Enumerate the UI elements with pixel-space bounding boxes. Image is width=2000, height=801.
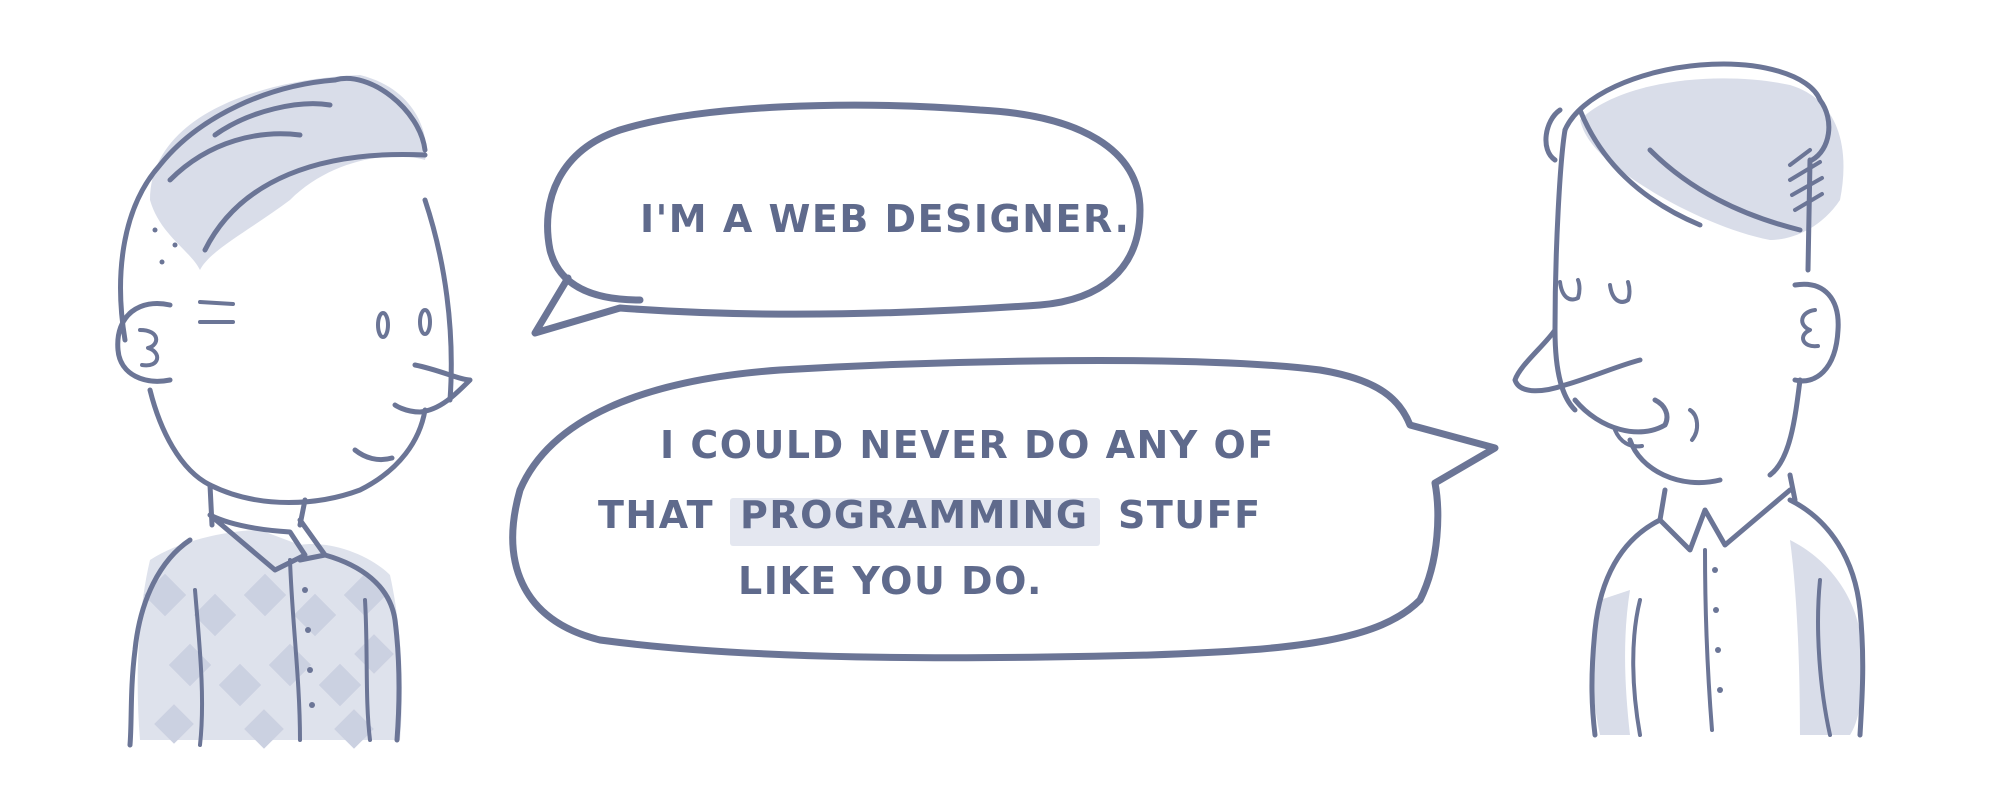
bubble-right-line-1: I COULD NEVER DO ANY OF: [660, 423, 1275, 467]
line-2-post: STUFF: [1118, 493, 1262, 537]
right-character: [1512, 61, 1866, 738]
bubble-right-line-2: THAT PROGRAMMING STUFF: [598, 493, 1262, 537]
left-character: [115, 75, 473, 749]
line-2-highlight: PROGRAMMING: [740, 493, 1089, 537]
line-2-pre: THAT: [598, 493, 714, 537]
bubble-left-text: I'M A WEB DESIGNER.: [640, 197, 1130, 241]
speech-bubble-left: I'M A WEB DESIGNER.: [531, 101, 1144, 337]
comic-panel: I'M A WEB DESIGNER. I COULD NEVER DO ANY…: [115, 61, 1866, 749]
speech-bubble-right: I COULD NEVER DO ANY OF THAT PROGRAMMING…: [509, 357, 1499, 662]
bubble-right-line-3: LIKE YOU DO.: [738, 559, 1043, 603]
